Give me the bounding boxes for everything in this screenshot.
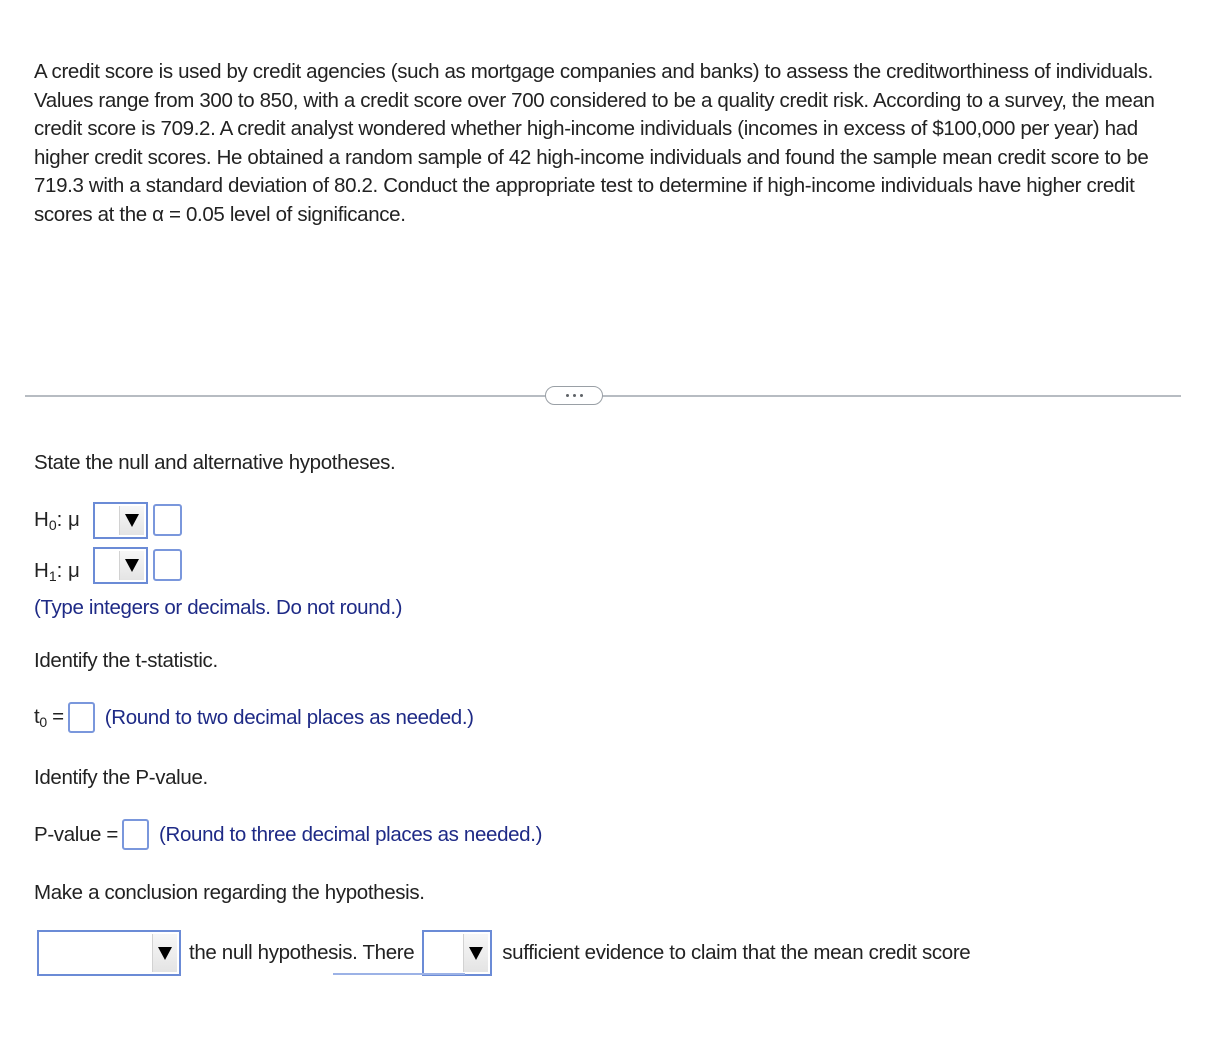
- h1-label-rest: : μ: [56, 558, 80, 582]
- pvalue-input[interactable]: [122, 819, 150, 850]
- triangle-down-icon: [469, 946, 484, 960]
- more-horizontal-icon: [579, 394, 583, 397]
- pvalue-row: P-value = (Round to three decimal places…: [34, 819, 542, 850]
- triangle-down-icon: [125, 558, 139, 572]
- pvalue-label: P-value =: [34, 822, 119, 846]
- h0-label-rest: : μ: [56, 507, 80, 531]
- more-horizontal-icon: [565, 394, 569, 397]
- h0-label: H0: μ: [34, 508, 94, 533]
- dropdown-arrow-button[interactable]: [152, 934, 177, 972]
- tstat-input[interactable]: [67, 702, 95, 733]
- triangle-down-icon: [158, 946, 172, 960]
- divider-expand-button[interactable]: [545, 386, 603, 405]
- dropdown-arrow-button[interactable]: [463, 934, 489, 972]
- evidence-select[interactable]: [422, 930, 493, 976]
- more-horizontal-icon: [572, 394, 576, 397]
- h0-value-input[interactable]: [153, 504, 182, 536]
- tstat-hint: (Round to two decimal places as needed.): [104, 705, 474, 729]
- conclusion-row: the null hypothesis. There sufficient ev…: [34, 930, 971, 976]
- h1-label-main: H: [34, 558, 49, 582]
- h0-label-sub: 0: [48, 516, 57, 533]
- tstat-prompt: Identify the t-statistic.: [34, 649, 218, 672]
- pvalue-prompt: Identify the P-value.: [34, 766, 208, 789]
- h0-operator-select[interactable]: [93, 501, 148, 539]
- h1-row: H1: μ: [34, 546, 182, 589]
- dropdown-arrow-button[interactable]: [119, 550, 144, 580]
- h1-operator-select[interactable]: [93, 546, 148, 584]
- hypotheses-prompt: State the null and alternative hypothese…: [34, 451, 396, 474]
- tstat-label-sub: 0: [39, 714, 47, 730]
- h1-label: H1: μ: [34, 559, 94, 584]
- tstat-row: t0 = (Round to two decimal places as nee…: [34, 702, 474, 733]
- section-divider: [25, 395, 1181, 397]
- tstat-label-eq: =: [46, 705, 64, 728]
- hypotheses-hint: (Type integers or decimals. Do not round…: [34, 596, 403, 619]
- h0-label-main: H: [34, 507, 49, 531]
- decision-select[interactable]: [37, 930, 181, 976]
- h0-row: H0: μ: [34, 501, 182, 539]
- h1-label-sub: 1: [48, 567, 57, 584]
- triangle-down-icon: [125, 513, 139, 527]
- tstat-label: t0 =: [34, 705, 64, 730]
- problem-statement: A credit score is used by credit agencie…: [34, 60, 1155, 226]
- focus-underline: [333, 973, 465, 975]
- conclusion-text-1: the null hypothesis. There: [189, 941, 415, 964]
- pvalue-hint: (Round to three decimal places as needed…: [159, 822, 543, 846]
- dropdown-arrow-button[interactable]: [119, 505, 144, 535]
- conclusion-text-2: sufficient evidence to claim that the me…: [502, 941, 971, 964]
- h1-value-input[interactable]: [153, 549, 182, 581]
- conclusion-prompt: Make a conclusion regarding the hypothes…: [34, 881, 425, 904]
